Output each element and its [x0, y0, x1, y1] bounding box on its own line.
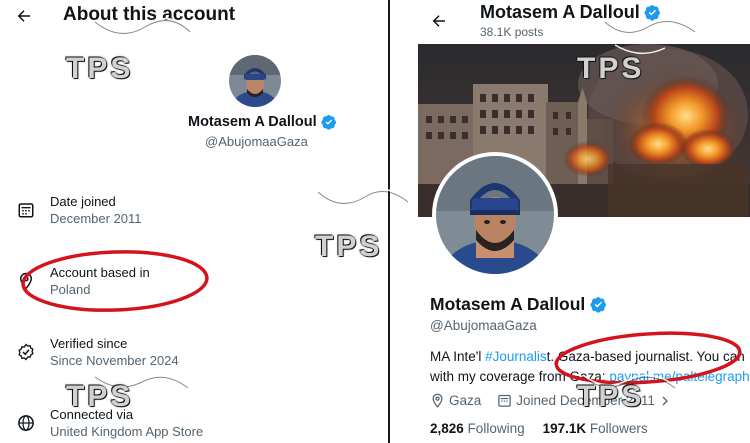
- followers-label: Followers: [589, 421, 648, 436]
- connected-via-value: United Kingdom App Store: [50, 424, 204, 439]
- post-count: 38.1K posts: [480, 25, 544, 39]
- date-joined-label: Date joined: [50, 194, 116, 209]
- profile-meta: Gaza Joined December 2011: [430, 393, 671, 408]
- calendar-icon: [498, 394, 512, 407]
- followers-count: 197.1K: [542, 421, 587, 436]
- account-handle: @AbujomaaGaza: [205, 134, 308, 149]
- paypal-link[interactable]: paypal.me/paltelegraph: [609, 369, 749, 384]
- back-arrow-icon: [17, 10, 30, 22]
- connected-via-label: Connected via: [50, 407, 134, 422]
- account-name-row: Motasem A Dalloul: [188, 114, 337, 130]
- calendar-icon: [18, 203, 34, 218]
- profile-name: Motasem A Dalloul: [430, 294, 586, 314]
- globe-icon: [18, 415, 34, 431]
- verified-badge-icon: [590, 297, 607, 313]
- account-based-in-label: Account based in: [50, 265, 150, 280]
- verified-since-row: Verified since Since November 2024: [17, 335, 179, 369]
- profile-avatar[interactable]: [432, 152, 558, 278]
- date-joined-row: Date joined December 2011: [17, 193, 142, 227]
- hashtag-link[interactable]: #Journalis: [485, 349, 547, 364]
- bio-middle: t. Gaza-based journalist. You can: [546, 349, 745, 364]
- followers-link[interactable]: 197.1K Followers: [543, 421, 648, 436]
- following-label: Following: [467, 421, 525, 436]
- account-name: Motasem A Dalloul: [188, 114, 317, 130]
- location-pin-icon: [19, 272, 33, 290]
- bio-prefix: MA Inte'l: [430, 349, 486, 364]
- date-joined-value: December 2011: [50, 211, 142, 226]
- verified-badge-icon: [321, 115, 336, 130]
- profile-name-row: Motasem A Dalloul: [430, 294, 607, 315]
- bio-line2-prefix: with my coverage from Gaza:: [430, 369, 610, 384]
- about-account-panel: About this account Motasem A Dalloul @Ab…: [0, 0, 388, 443]
- account-based-in-value: Poland: [50, 282, 91, 297]
- joined-text: Joined December 2011: [516, 393, 655, 408]
- connected-via-row: Connected via United Kingdom App Store: [17, 406, 203, 440]
- verified-badge-icon: [644, 5, 660, 21]
- avatar[interactable]: [229, 55, 281, 107]
- page-title: About this account: [63, 4, 236, 25]
- header-name-row: Motasem A Dalloul: [480, 2, 661, 23]
- profile-bio: MA Inte'l #Journalist. Gaza-based journa…: [430, 347, 750, 387]
- verified-since-value: Since November 2024: [50, 353, 179, 368]
- location-pin-icon: [432, 393, 443, 408]
- verified-since-label: Verified since: [50, 336, 128, 351]
- verified-check-icon: [18, 343, 34, 361]
- back-button[interactable]: [13, 5, 35, 27]
- back-button[interactable]: [428, 10, 450, 32]
- profile-panel: Motasem A Dalloul 38.1K posts Motasem A …: [390, 0, 750, 443]
- chevron-right-icon[interactable]: [659, 395, 671, 407]
- following-count: 2,826: [430, 421, 464, 436]
- header-name: Motasem A Dalloul: [480, 2, 640, 22]
- back-arrow-icon: [432, 15, 445, 27]
- account-based-in-row: Account based in Poland: [17, 264, 150, 298]
- location-text: Gaza: [449, 393, 482, 408]
- following-link[interactable]: 2,826 Following: [430, 421, 525, 436]
- follow-stats: 2,826 Following 197.1K Followers: [430, 421, 648, 436]
- profile-handle: @AbujomaaGaza: [430, 318, 537, 333]
